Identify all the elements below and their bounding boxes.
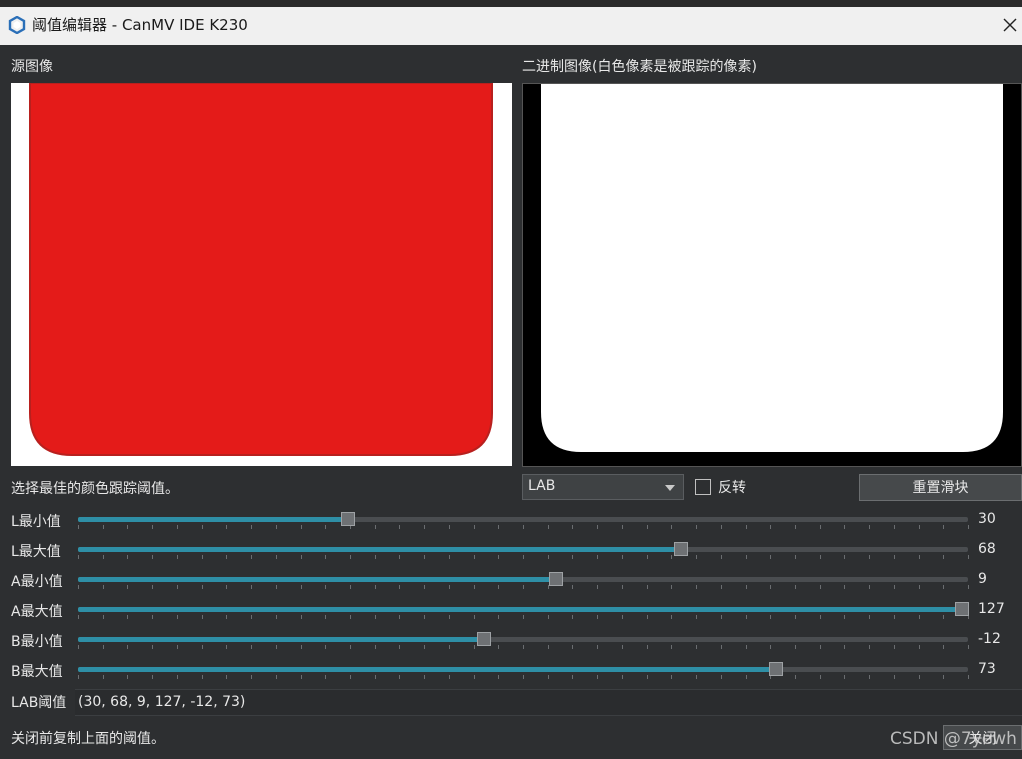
slider-label: A最大值	[11, 604, 63, 620]
slider-handle[interactable]	[341, 512, 355, 526]
slider-track[interactable]	[78, 637, 968, 642]
binary-image-label: 二进制图像(白色像素是被跟踪的像素)	[522, 59, 757, 75]
color-space-value: LAB	[528, 478, 556, 494]
binary-image	[522, 83, 1022, 467]
slider-handle[interactable]	[955, 602, 969, 616]
slider-ticks	[78, 525, 969, 530]
slider-label: L最小值	[11, 514, 61, 530]
slider-value: 30	[978, 511, 996, 527]
slider-handle[interactable]	[674, 542, 688, 556]
slider-ticks	[78, 555, 969, 560]
title-bar: 阈值编辑器 - CanMV IDE K230	[0, 0, 1022, 45]
lab-threshold-field[interactable]: (30, 68, 9, 127, -12, 73)	[75, 689, 1022, 716]
slider-ticks	[78, 585, 969, 590]
binary-mask-shape	[541, 84, 1003, 452]
slider-value: 68	[978, 541, 996, 557]
slider-track[interactable]	[78, 547, 968, 552]
chevron-down-icon	[665, 485, 675, 491]
slider-value: -12	[978, 631, 1001, 647]
slider-track[interactable]	[78, 607, 968, 612]
slider-value: 127	[978, 601, 1005, 617]
slider-b-max: B最大值 73	[0, 656, 1022, 686]
red-object-shape	[29, 82, 493, 456]
slider-handle[interactable]	[769, 662, 783, 676]
csdn-watermark: CSDN @7yewh	[890, 729, 1017, 749]
slider-label: B最小值	[11, 634, 63, 650]
lab-threshold-label: LAB阈值	[11, 695, 67, 711]
slider-track[interactable]	[78, 667, 968, 672]
invert-label: 反转	[718, 480, 746, 496]
threshold-hint: 选择最佳的颜色跟踪阈值。	[11, 481, 179, 497]
window-close-button[interactable]	[996, 7, 1022, 45]
invert-checkbox[interactable]	[695, 479, 711, 495]
copy-before-close-note: 关闭前复制上面的阈值。	[11, 731, 165, 747]
slider-value: 9	[978, 571, 987, 587]
slider-ticks	[78, 675, 969, 680]
slider-handle[interactable]	[477, 632, 491, 646]
slider-label: B最大值	[11, 664, 63, 680]
close-icon	[1003, 18, 1017, 32]
slider-ticks	[78, 615, 969, 620]
slider-handle[interactable]	[549, 572, 563, 586]
color-space-select[interactable]: LAB	[522, 474, 684, 500]
slider-ticks	[78, 645, 969, 650]
reset-sliders-button[interactable]: 重置滑块	[859, 474, 1022, 501]
slider-l-min: L最小值 30	[0, 506, 1022, 536]
slider-a-max: A最大值 127	[0, 596, 1022, 626]
slider-label: A最小值	[11, 574, 63, 590]
slider-b-min: B最小值 -12	[0, 626, 1022, 656]
source-image-label: 源图像	[11, 59, 53, 75]
lab-threshold-value: (30, 68, 9, 127, -12, 73)	[78, 694, 246, 710]
canmv-app-icon	[8, 16, 26, 34]
source-image	[11, 82, 512, 466]
window-title: 阈值编辑器 - CanMV IDE K230	[32, 16, 248, 34]
slider-track[interactable]	[78, 577, 968, 582]
slider-l-max: L最大值 68	[0, 536, 1022, 566]
slider-a-min: A最小值 9	[0, 566, 1022, 596]
slider-track[interactable]	[78, 517, 968, 522]
slider-label: L最大值	[11, 544, 61, 560]
slider-value: 73	[978, 661, 996, 677]
